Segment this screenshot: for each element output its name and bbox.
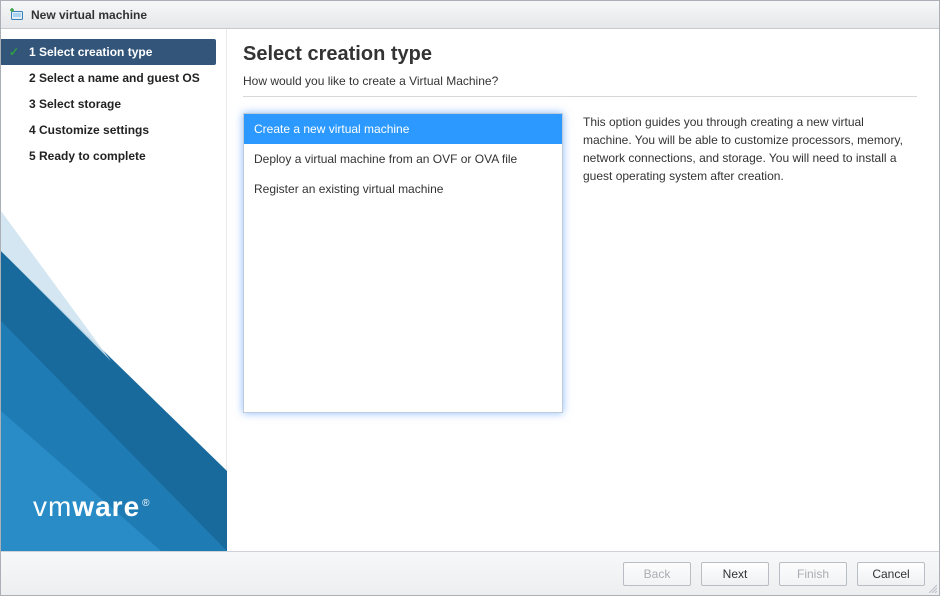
back-button[interactable]: Back bbox=[623, 562, 691, 586]
option-label: Create a new virtual machine bbox=[254, 122, 409, 136]
divider bbox=[243, 96, 917, 97]
wizard-window: New virtual machine ✓ 1 Select creation … bbox=[0, 0, 940, 596]
page-subtitle: How would you like to create a Virtual M… bbox=[243, 74, 917, 88]
vmware-logo: vmware® bbox=[33, 491, 151, 523]
step-select-name-guest-os[interactable]: 2 Select a name and guest OS bbox=[1, 65, 226, 91]
cancel-button[interactable]: Cancel bbox=[857, 562, 925, 586]
option-description: This option guides you through creating … bbox=[583, 113, 917, 185]
step-label: 4 Customize settings bbox=[29, 123, 149, 137]
option-deploy-ovf-ova[interactable]: Deploy a virtual machine from an OVF or … bbox=[244, 144, 562, 174]
next-button[interactable]: Next bbox=[701, 562, 769, 586]
step-select-creation-type[interactable]: ✓ 1 Select creation type bbox=[1, 39, 216, 65]
step-label: 5 Ready to complete bbox=[29, 149, 146, 163]
step-label: 1 Select creation type bbox=[29, 45, 152, 59]
check-icon: ✓ bbox=[9, 45, 19, 59]
step-label: 2 Select a name and guest OS bbox=[29, 71, 200, 85]
new-vm-icon bbox=[9, 7, 25, 23]
wizard-steps: ✓ 1 Select creation type 2 Select a name… bbox=[1, 29, 226, 169]
option-label: Register an existing virtual machine bbox=[254, 182, 443, 196]
option-label: Deploy a virtual machine from an OVF or … bbox=[254, 152, 517, 166]
step-select-storage[interactable]: 3 Select storage bbox=[1, 91, 226, 117]
sidebar-art: vmware® bbox=[1, 211, 227, 551]
logo-vm: vm bbox=[33, 491, 72, 522]
step-label: 3 Select storage bbox=[29, 97, 121, 111]
step-ready-to-complete[interactable]: 5 Ready to complete bbox=[1, 143, 226, 169]
content-row: Create a new virtual machine Deploy a vi… bbox=[243, 113, 917, 541]
step-customize-settings[interactable]: 4 Customize settings bbox=[1, 117, 226, 143]
wizard-main: Select creation type How would you like … bbox=[227, 29, 939, 551]
logo-ware: ware bbox=[72, 491, 140, 522]
wizard-body: ✓ 1 Select creation type 2 Select a name… bbox=[1, 29, 939, 551]
window-title: New virtual machine bbox=[31, 8, 147, 22]
option-create-new-vm[interactable]: Create a new virtual machine bbox=[244, 114, 562, 144]
page-title: Select creation type bbox=[243, 43, 917, 66]
option-register-existing-vm[interactable]: Register an existing virtual machine bbox=[244, 174, 562, 204]
wizard-footer: Back Next Finish Cancel bbox=[1, 551, 939, 595]
wizard-sidebar: ✓ 1 Select creation type 2 Select a name… bbox=[1, 29, 227, 551]
creation-type-list[interactable]: Create a new virtual machine Deploy a vi… bbox=[243, 113, 563, 413]
titlebar: New virtual machine bbox=[1, 1, 939, 29]
resize-grip-icon[interactable] bbox=[927, 583, 937, 593]
logo-reg: ® bbox=[142, 498, 150, 509]
finish-button[interactable]: Finish bbox=[779, 562, 847, 586]
